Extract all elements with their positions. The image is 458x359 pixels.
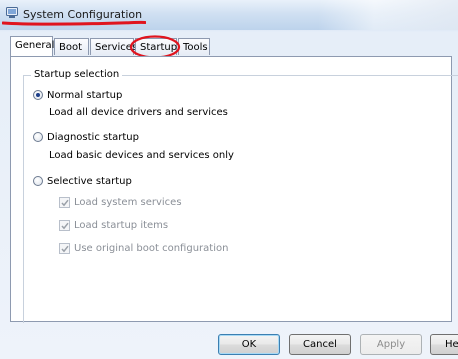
tab-tools[interactable]: Tools: [178, 38, 210, 55]
startup-selection-legend: Startup selection: [31, 69, 123, 80]
tab-boot[interactable]: Boot: [54, 38, 89, 55]
radio-unselected-icon: [33, 176, 43, 186]
diagnostic-startup-description: Load basic devices and services only: [49, 150, 234, 161]
diagnostic-startup-label: Diagnostic startup: [47, 132, 139, 143]
checkbox-checked-icon: [59, 243, 70, 254]
selective-startup-radio[interactable]: Selective startup: [33, 175, 183, 189]
dialog-footer: OK Cancel Apply Help: [0, 322, 458, 359]
ok-button[interactable]: OK: [218, 334, 280, 355]
general-tab-panel: Startup selection Normal startup Load al…: [10, 56, 458, 323]
tab-general-label: General: [15, 40, 55, 51]
title-bar[interactable]: System Configuration: [0, 0, 458, 30]
checkbox-checked-icon: [59, 220, 70, 231]
tab-startup[interactable]: Startup: [135, 38, 177, 55]
radio-selected-icon: [33, 90, 43, 100]
radio-unselected-icon: [33, 132, 43, 142]
load-system-services-label: Load system services: [74, 197, 182, 208]
use-original-boot-config-label: Use original boot configuration: [74, 243, 229, 254]
tab-services[interactable]: Services: [90, 38, 138, 55]
diagnostic-startup-radio[interactable]: Diagnostic startup: [33, 131, 183, 145]
tab-general[interactable]: General: [10, 36, 55, 56]
load-startup-items-checkbox[interactable]: Load startup items: [59, 219, 259, 233]
tab-boot-label: Boot: [59, 42, 83, 53]
checkbox-checked-icon: [59, 197, 70, 208]
system-config-icon: [6, 7, 18, 18]
tab-tools-label: Tools: [183, 42, 208, 53]
apply-button[interactable]: Apply: [360, 334, 422, 355]
cancel-button[interactable]: Cancel: [289, 334, 351, 355]
load-system-services-checkbox[interactable]: Load system services: [59, 196, 259, 210]
selective-startup-label: Selective startup: [47, 176, 132, 187]
window-title: System Configuration: [23, 8, 143, 21]
normal-startup-label: Normal startup: [47, 90, 123, 101]
system-configuration-window: System Configuration General Boot Servic…: [0, 0, 458, 359]
tab-services-label: Services: [95, 42, 138, 53]
tab-startup-label: Startup: [140, 42, 178, 53]
help-button[interactable]: Help: [430, 334, 458, 355]
use-original-boot-config-checkbox[interactable]: Use original boot configuration: [59, 242, 279, 256]
normal-startup-radio[interactable]: Normal startup: [33, 89, 183, 103]
normal-startup-description: Load all device drivers and services: [49, 107, 228, 118]
load-startup-items-label: Load startup items: [74, 220, 169, 231]
